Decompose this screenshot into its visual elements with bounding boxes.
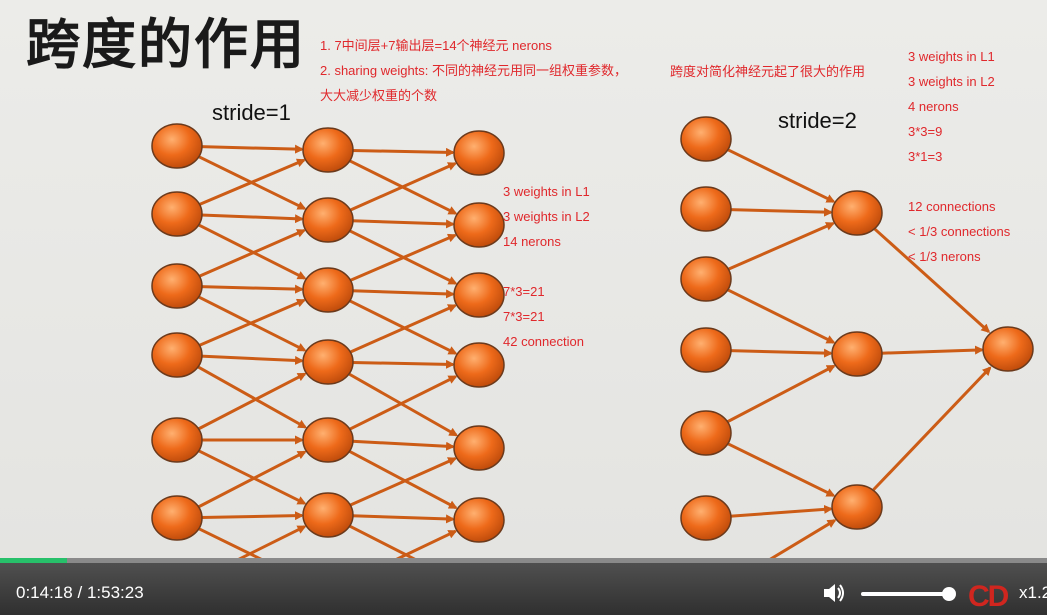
connection-edge [351,289,456,299]
connection-edge [351,359,456,369]
stride-2-label: stride=2 [778,108,857,133]
stride1-hidden-neuron-1 [302,197,354,243]
connection-edge [200,213,305,224]
stride1-note-0: 3 weights in L1 [503,184,590,199]
middle-note: 跨度对简化神经元起了很大的作用 [670,64,866,79]
stride1-hidden-neuron-2 [302,267,354,313]
stride2-note-8: < 1/3 nerons [908,249,981,264]
connection-edge [200,354,305,365]
stride2-note-6: 12 connections [908,199,996,214]
connection-edge [197,155,307,210]
connection-edge [200,284,305,294]
connection-edge [726,148,836,203]
connection-edge [351,439,456,451]
stride1-note-2: 14 nerons [503,234,561,249]
stride1-note-5: 7*3=21 [503,309,545,324]
stride2-input-neuron-5 [680,495,732,541]
stride1-input-neuron-5 [151,495,203,541]
stride1-note-4: 7*3=21 [503,284,545,299]
connection-edge [726,288,836,344]
connection-edge [200,144,305,154]
top-note-3: 大大减少权重的个数 [320,88,438,103]
stride1-output-neuron-5 [453,497,505,543]
stride1-input-neuron-2 [151,263,203,309]
stride1-output-neuron-3 [453,342,505,388]
volume-slider[interactable] [861,587,956,601]
stride2-note-2: 4 nerons [908,99,959,114]
lecture-slide: 跨度的作用 stride=1 stride=2 1. 7中间层+7输出层=14个… [0,0,1047,560]
current-time: 0:14:18 [16,583,73,602]
stride1-input-neuron-1 [151,191,203,237]
time-separator: / [77,583,83,602]
stride2-note-1: 3 weights in L2 [908,74,995,89]
stride2-hidden-neuron-1 [831,331,883,377]
stride2-hidden-neuron-2 [831,484,883,530]
playback-speed[interactable]: x1.2 [1019,583,1047,603]
brand-logo: CD [968,580,1009,613]
stride-1-label: stride=1 [212,100,291,125]
connection-edge [873,227,991,333]
stride1-hidden-neuron-0 [302,127,354,173]
neural-network-diagram [151,116,1034,560]
connection-edge [197,372,307,431]
stride1-note-6: 42 connection [503,334,584,349]
stride2-input-neuron-0 [680,116,732,162]
stride2-input-neuron-1 [680,186,732,232]
stride1-input-neuron-4 [151,417,203,463]
connection-edge [729,504,834,518]
speaker-icon[interactable] [822,582,846,604]
stride1-input-neuron-0 [151,123,203,169]
stride1-note-1: 3 weights in L2 [503,209,590,224]
connection-edge [726,442,836,497]
video-controls: 0:14:18 / 1:53:23 CD x1.2 [0,558,1047,615]
connection-edge [351,219,456,229]
stride1-output-neuron-2 [453,272,505,318]
stride2-input-neuron-3 [680,327,732,373]
stride2-note-0: 3 weights in L1 [908,49,995,64]
stride2-note-4: 3*1=3 [908,149,943,164]
stride1-output-neuron-1 [453,202,505,248]
connection-edge [872,366,992,491]
stride2-note-3: 3*3=9 [908,124,943,139]
stride1-input-neuron-3 [151,332,203,378]
stride2-note-7: < 1/3 connections [908,224,1011,239]
progress-fill [0,558,67,563]
volume-knob[interactable] [942,587,956,601]
stride2-hidden-neuron-0 [831,190,883,236]
top-note-2: 2. sharing weights: 不同的神经元用同一组权重参数， [320,63,628,78]
connection-edge [729,207,834,217]
connection-edge [727,222,836,271]
connection-edge [766,519,837,560]
connection-edge [729,348,834,358]
stride1-hidden-neuron-5 [302,492,354,538]
stride1-hidden-neuron-4 [302,417,354,463]
connection-edge [348,159,458,215]
connection-edge [351,147,456,157]
connection-edge [726,364,836,424]
stride2-input-neuron-4 [680,410,732,456]
stride1-hidden-neuron-3 [302,339,354,385]
connection-edge [351,514,456,524]
connection-edge [880,345,985,355]
top-note-1: 1. 7中间层+7输出层=14个神经元 nerons [320,38,552,53]
stride2-input-neuron-2 [680,256,732,302]
stride2-output-neuron-0 [982,326,1034,372]
stride1-output-neuron-0 [453,130,505,176]
time-display: 0:14:18 / 1:53:23 [16,583,144,603]
connection-edge [200,511,305,521]
progress-bar[interactable] [0,558,1047,563]
connection-edge [197,365,308,429]
connection-edge [197,295,307,352]
stride1-output-neuron-4 [453,425,505,471]
total-time: 1:53:23 [86,583,144,602]
